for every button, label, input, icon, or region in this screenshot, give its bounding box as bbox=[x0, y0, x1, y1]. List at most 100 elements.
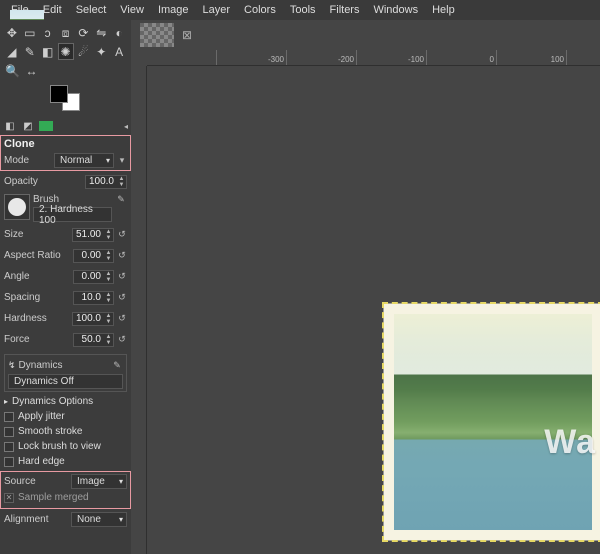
angle-label: Angle bbox=[4, 271, 30, 282]
image-content bbox=[394, 314, 592, 530]
menu-select[interactable]: Select bbox=[69, 2, 114, 18]
toolbox: ✥ ▭ ɔ ⧈ ⟳ ⇋ ◐ ◢ ✎ ◧ ✺ ☄ ✦ A 🔍 ↔ bbox=[0, 20, 131, 117]
close-tab-icon[interactable]: ⊠ bbox=[177, 25, 197, 45]
image-tab-empty[interactable] bbox=[140, 23, 174, 47]
opacity-field[interactable]: 100.0▲▼ bbox=[85, 175, 127, 189]
aspect-field[interactable]: 0.00▲▼ bbox=[73, 249, 114, 263]
hardness-row: Hardness 100.0▲▼ ↺ bbox=[0, 308, 131, 329]
source-dropdown[interactable]: Image▾ bbox=[71, 474, 127, 489]
size-field[interactable]: 51.00▲▼ bbox=[72, 228, 114, 242]
angle-field[interactable]: 0.00▲▼ bbox=[73, 270, 114, 284]
pencil-icon[interactable]: ✎ bbox=[22, 43, 38, 60]
spacing-reset-icon[interactable]: ↺ bbox=[117, 292, 127, 303]
alignment-dropdown[interactable]: None▾ bbox=[71, 512, 127, 527]
ruler-vertical bbox=[131, 66, 147, 554]
brush-preview[interactable] bbox=[4, 194, 30, 220]
smudge-icon[interactable]: ☄ bbox=[76, 43, 92, 60]
hard-checkbox[interactable] bbox=[4, 457, 14, 467]
mode-dropdown[interactable]: Normal▾ bbox=[54, 153, 114, 168]
brush-edit-icon[interactable]: ✎ bbox=[115, 194, 127, 205]
aspect-row: Aspect Ratio 0.00▲▼ ↺ bbox=[0, 245, 131, 266]
warp-icon[interactable]: ◐ bbox=[111, 24, 127, 41]
force-field[interactable]: 50.0▲▼ bbox=[73, 333, 114, 347]
menu-colors[interactable]: Colors bbox=[237, 2, 283, 18]
eraser-icon[interactable]: ◧ bbox=[40, 43, 56, 60]
sample-merged-label: Sample merged bbox=[18, 492, 89, 503]
fg-color-swatch[interactable] bbox=[50, 85, 68, 103]
tool-title-section: Clone Mode Normal▾ ▾ bbox=[0, 135, 131, 171]
dynamics-section: ↯ Dynamics ✎ Dynamics Off ▸ Dynamics Opt… bbox=[0, 350, 131, 471]
spacing-field[interactable]: 10.0▲▼ bbox=[73, 291, 114, 305]
opacity-row: Opacity 100.0▲▼ bbox=[0, 171, 131, 192]
measure-icon[interactable]: ↔ bbox=[23, 62, 40, 79]
smooth-checkbox[interactable] bbox=[4, 427, 14, 437]
lock-label: Lock brush to view bbox=[18, 441, 101, 452]
brush-section: Brush 2. Hardness 100 ✎ bbox=[0, 192, 131, 224]
size-label: Size bbox=[4, 229, 23, 240]
spacing-row: Spacing 10.0▲▼ ↺ bbox=[0, 287, 131, 308]
aspect-reset-icon[interactable]: ↺ bbox=[117, 250, 127, 261]
text-tool-icon[interactable]: A bbox=[111, 43, 127, 60]
jitter-label: Apply jitter bbox=[18, 411, 65, 422]
dynamics-dropdown[interactable]: Dynamics Off bbox=[8, 374, 123, 389]
rect-select-icon[interactable]: ▭ bbox=[22, 24, 38, 41]
ruler-horizontal bbox=[147, 50, 600, 66]
size-reset-icon[interactable]: ↺ bbox=[117, 229, 127, 240]
bucket-icon[interactable]: ◢ bbox=[4, 43, 20, 60]
hard-label: Hard edge bbox=[18, 456, 65, 467]
aspect-label: Aspect Ratio bbox=[4, 250, 61, 261]
image-tab-icon[interactable] bbox=[39, 121, 53, 131]
angle-row: Angle 0.00▲▼ ↺ bbox=[0, 266, 131, 287]
source-label: Source bbox=[4, 476, 36, 487]
device-tab-icon[interactable]: ◩ bbox=[21, 119, 35, 133]
canvas-area[interactable]: Wa bbox=[147, 66, 600, 554]
force-reset-icon[interactable]: ↺ bbox=[117, 334, 127, 345]
dynamics-edit-icon[interactable]: ✎ bbox=[111, 360, 123, 371]
size-row: Size 51.00▲▼ ↺ bbox=[0, 224, 131, 245]
zoom-icon[interactable]: 🔍 bbox=[4, 62, 21, 79]
menu-image[interactable]: Image bbox=[151, 2, 196, 18]
menu-help[interactable]: Help bbox=[425, 2, 462, 18]
clone-tool-icon[interactable]: ✺ bbox=[58, 43, 74, 60]
jitter-checkbox[interactable] bbox=[4, 412, 14, 422]
tool-options-tab-icon[interactable]: ◧ bbox=[3, 119, 17, 133]
fg-bg-colors[interactable] bbox=[50, 85, 80, 111]
alignment-row: Alignment None▾ bbox=[0, 509, 131, 530]
mode-extra-icon[interactable]: ▾ bbox=[117, 155, 127, 166]
hardness-reset-icon[interactable]: ↺ bbox=[117, 313, 127, 324]
menu-windows[interactable]: Windows bbox=[366, 2, 425, 18]
hardness-label: Hardness bbox=[4, 313, 47, 324]
path-icon[interactable]: ✦ bbox=[93, 43, 109, 60]
flip-icon[interactable]: ⇋ bbox=[93, 24, 109, 41]
left-panel: ✥ ▭ ɔ ⧈ ⟳ ⇋ ◐ ◢ ✎ ◧ ✺ ☄ ✦ A 🔍 ↔ ◧ ◩ bbox=[0, 20, 131, 554]
dynamics-options-expander[interactable]: ▸ Dynamics Options bbox=[4, 394, 127, 409]
menubar: File Edit Select View Image Layer Colors… bbox=[0, 0, 600, 20]
source-section: Source Image▾ ✕ Sample merged bbox=[0, 471, 131, 509]
menu-view[interactable]: View bbox=[113, 2, 151, 18]
menu-tools[interactable]: Tools bbox=[283, 2, 323, 18]
rotate-icon[interactable]: ⟳ bbox=[75, 24, 91, 41]
force-row: Force 50.0▲▼ ↺ bbox=[0, 329, 131, 350]
sample-merged-checkbox[interactable]: ✕ bbox=[4, 493, 14, 503]
mode-row: Mode Normal▾ ▾ bbox=[4, 152, 127, 169]
watermark-text: Wa bbox=[544, 423, 596, 462]
lasso-icon[interactable]: ɔ bbox=[40, 24, 56, 41]
brush-picker[interactable]: 2. Hardness 100 bbox=[33, 207, 112, 222]
lock-checkbox[interactable] bbox=[4, 442, 14, 452]
dock-menu-icon[interactable]: ◂ bbox=[124, 122, 128, 131]
hardness-field[interactable]: 100.0▲▼ bbox=[72, 312, 114, 326]
force-label: Force bbox=[4, 334, 30, 345]
dynamics-label: Dynamics bbox=[19, 360, 63, 371]
tool-title: Clone bbox=[4, 137, 127, 152]
angle-reset-icon[interactable]: ↺ bbox=[117, 271, 127, 282]
menu-filters[interactable]: Filters bbox=[323, 2, 367, 18]
alignment-label: Alignment bbox=[4, 514, 48, 525]
mode-label: Mode bbox=[4, 155, 29, 166]
move-tool-icon[interactable]: ✥ bbox=[4, 24, 20, 41]
crop-icon[interactable]: ⧈ bbox=[58, 24, 74, 41]
dock-tabbar: ◧ ◩ ◂ bbox=[0, 117, 131, 135]
smooth-label: Smooth stroke bbox=[18, 426, 82, 437]
image-canvas[interactable]: Wa bbox=[384, 304, 600, 540]
spacing-label: Spacing bbox=[4, 292, 40, 303]
menu-layer[interactable]: Layer bbox=[196, 2, 238, 18]
